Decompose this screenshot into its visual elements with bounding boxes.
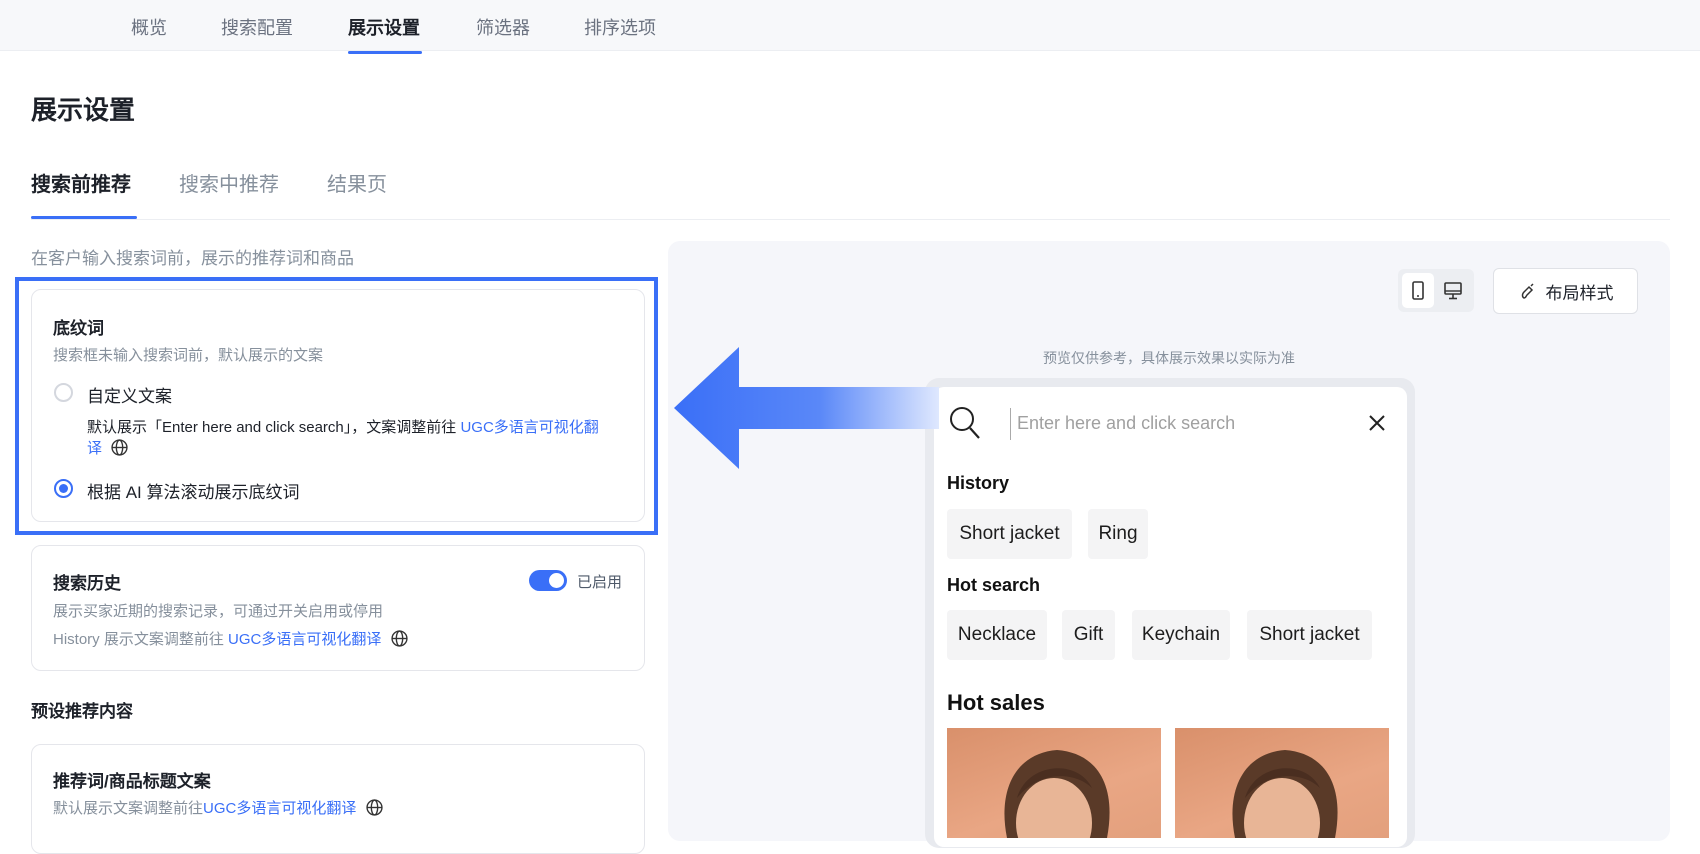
nav-tab-overview[interactable]: 概览 <box>131 14 167 40</box>
hot-search-chip[interactable]: Short jacket <box>1247 610 1372 660</box>
card-title: 搜索历史 <box>53 574 121 593</box>
ugc-translate-link[interactable]: UGC多语言可视化翻译 <box>228 631 381 648</box>
device-toggle <box>1398 269 1474 312</box>
history-chip[interactable]: Ring <box>1088 509 1148 559</box>
history-label: History <box>947 473 1010 493</box>
section-description: 在客户输入搜索词前，展示的推荐词和商品 <box>31 249 354 268</box>
hot-search-chip[interactable]: Necklace <box>947 610 1047 660</box>
preview-note: 预览仅供参考，具体展示效果以实际为准 <box>1043 350 1295 366</box>
subtab-pre-search[interactable]: 搜索前推荐 <box>31 168 131 197</box>
nav-active-indicator <box>348 51 422 54</box>
globe-icon[interactable] <box>390 630 408 647</box>
nav-tab-sort-options[interactable]: 排序选项 <box>584 14 656 40</box>
history-toggle[interactable] <box>529 570 567 591</box>
layout-style-button[interactable]: 布局样式 <box>1493 268 1638 314</box>
history-hint: History 展示文案调整前往 UGC多语言可视化翻译 <box>53 628 408 649</box>
product-image[interactable] <box>947 728 1161 838</box>
brush-icon <box>1521 283 1534 299</box>
ugc-translate-link[interactable]: UGC多语言可视化翻译 <box>203 800 356 817</box>
hot-search-chip[interactable]: Keychain <box>1132 610 1230 660</box>
nav-tab-search-config[interactable]: 搜索配置 <box>221 14 293 40</box>
hot-sales-label: Hot sales <box>947 690 1045 715</box>
history-hint-text: History 展示文案调整前往 <box>53 631 224 648</box>
title-hint-text: 默认展示文案调整前往 <box>53 800 204 817</box>
title-text-card: 推荐词/商品标题文案 默认展示文案调整前往UGC多语言可视化翻译 <box>31 744 645 854</box>
hot-search-chip[interactable]: Gift <box>1062 610 1115 660</box>
subtab-active-indicator <box>31 216 137 219</box>
history-chip[interactable]: Short jacket <box>947 509 1072 559</box>
text-cursor <box>1010 408 1011 440</box>
nav-tab-display-settings[interactable]: 展示设置 <box>348 14 420 40</box>
desktop-icon <box>1444 282 1462 300</box>
mobile-view-button[interactable] <box>1402 273 1434 308</box>
search-icon <box>950 407 980 439</box>
preset-section-title: 预设推荐内容 <box>31 702 133 721</box>
top-nav: 概览 搜索配置 展示设置 筛选器 排序选项 <box>0 0 1700 51</box>
highlight-box <box>15 277 658 535</box>
search-input[interactable]: Enter here and click search <box>1017 413 1235 434</box>
subtab-in-search[interactable]: 搜索中推荐 <box>179 168 279 197</box>
title-hint: 默认展示文案调整前往UGC多语言可视化翻译 <box>53 797 383 818</box>
product-image[interactable] <box>1175 728 1389 838</box>
mobile-icon <box>1412 281 1424 300</box>
close-icon[interactable] <box>1368 414 1386 432</box>
globe-icon[interactable] <box>365 799 383 816</box>
page-title: 展示设置 <box>31 95 136 125</box>
hot-search-label: Hot search <box>947 575 1041 595</box>
desktop-view-button[interactable] <box>1436 273 1470 308</box>
card-description: 展示买家近期的搜索记录，可通过开关启用或停用 <box>53 603 384 620</box>
arrow-left-icon <box>674 347 939 469</box>
search-history-card: 搜索历史 展示买家近期的搜索记录，可通过开关启用或停用 History 展示文案… <box>31 545 645 671</box>
card-title: 推荐词/商品标题文案 <box>53 772 211 791</box>
subtab-divider <box>31 219 1670 220</box>
subtab-results[interactable]: 结果页 <box>327 168 387 197</box>
toggle-status-label: 已启用 <box>577 574 623 591</box>
nav-tab-filters[interactable]: 筛选器 <box>476 14 530 40</box>
layout-style-label: 布局样式 <box>1545 283 1614 303</box>
